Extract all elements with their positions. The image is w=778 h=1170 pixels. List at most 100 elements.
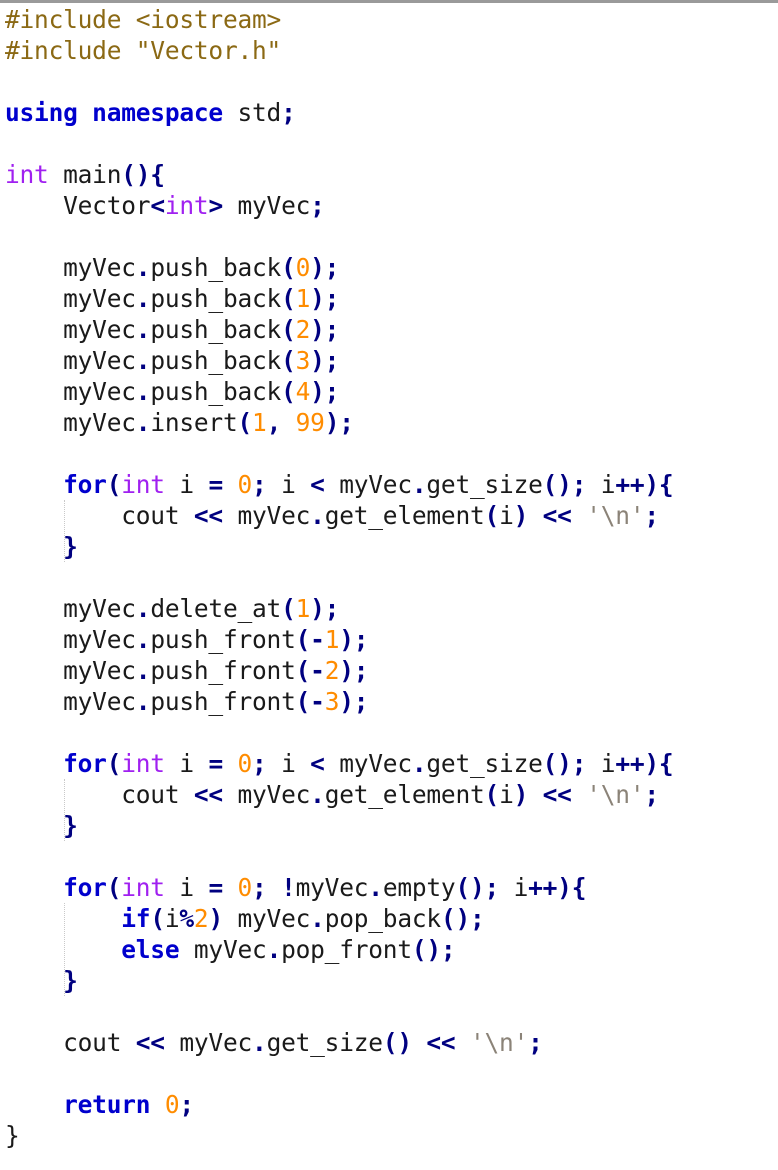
code-token-kw: if bbox=[121, 904, 151, 933]
code-token-op: ) bbox=[513, 501, 529, 530]
code-token-plain: myVec bbox=[179, 935, 267, 964]
code-line[interactable]: for(int i = 0; i < myVec.get_size(); i++… bbox=[5, 748, 674, 779]
code-token-op: . bbox=[135, 315, 151, 344]
code-editor-viewport[interactable]: #include <iostream> #include "Vector.h" u… bbox=[0, 0, 778, 1170]
code-token-op: << bbox=[193, 501, 223, 530]
code-line[interactable]: for(int i = 0; i < myVec.get_size(); i++… bbox=[5, 469, 674, 500]
code-token-op: . bbox=[135, 625, 151, 654]
code-line[interactable] bbox=[5, 717, 673, 748]
code-token-plain: myVec bbox=[5, 687, 136, 716]
code-token-op: . bbox=[135, 656, 151, 685]
code-line[interactable]: Vector<int> myVec; bbox=[5, 190, 673, 221]
code-line[interactable]: cout << myVec.get_size() << '\n'; bbox=[5, 1027, 673, 1058]
code-line[interactable] bbox=[5, 841, 673, 872]
code-line[interactable]: myVec.push_front(-1); bbox=[5, 624, 673, 655]
code-line[interactable] bbox=[5, 438, 673, 469]
code-line[interactable] bbox=[5, 996, 673, 1027]
code-line[interactable] bbox=[5, 128, 673, 159]
code-token-op: } bbox=[63, 966, 78, 995]
code-token-num: 0 bbox=[237, 749, 253, 778]
code-line[interactable] bbox=[5, 562, 673, 593]
code-token-plain: empty bbox=[382, 873, 456, 902]
code-line[interactable]: #include "Vector.h" bbox=[5, 35, 673, 66]
code-line[interactable]: } bbox=[5, 531, 673, 562]
code-token-op: (- bbox=[295, 625, 325, 654]
code-line[interactable]: } bbox=[5, 810, 673, 841]
code-token-op: (); bbox=[542, 470, 587, 499]
code-line[interactable]: return 0; bbox=[5, 1089, 673, 1120]
code-token-kw: for bbox=[63, 873, 107, 902]
code-token-plain: push_front bbox=[150, 625, 296, 654]
code-token-op: ( bbox=[484, 501, 500, 530]
code-token-pre: #include "Vector.h" bbox=[5, 36, 282, 65]
code-token-op: % bbox=[179, 904, 194, 933]
code-token-plain: myVec bbox=[5, 284, 136, 313]
code-token-op: } bbox=[63, 532, 78, 561]
code-token-op: (){ bbox=[121, 160, 165, 189]
code-token-op: ); bbox=[324, 408, 354, 437]
code-line[interactable]: myVec.push_front(-3); bbox=[5, 686, 673, 717]
code-token-plain: i bbox=[266, 749, 311, 778]
code-token-type: int bbox=[121, 873, 165, 902]
code-line[interactable]: else myVec.pop_front(); bbox=[5, 934, 673, 965]
code-token-op: ( bbox=[281, 377, 296, 406]
source-code-block[interactable]: #include <iostream> #include "Vector.h" u… bbox=[5, 4, 674, 1151]
code-token-plain: i bbox=[586, 749, 616, 778]
code-token-op: () bbox=[382, 1028, 412, 1057]
code-token-op: . bbox=[135, 408, 151, 437]
code-line[interactable]: using namespace std; bbox=[5, 97, 673, 128]
code-line[interactable]: myVec.push_back(4); bbox=[5, 376, 673, 407]
code-token-op: (); bbox=[440, 904, 485, 933]
code-line[interactable]: } bbox=[5, 965, 673, 996]
code-line[interactable]: myVec.push_back(0); bbox=[5, 252, 673, 283]
code-token-plain: myVec bbox=[5, 594, 136, 623]
code-token-op: . bbox=[135, 253, 151, 282]
code-token-op: . bbox=[135, 377, 151, 406]
code-token-op: . bbox=[135, 284, 151, 313]
code-token-op: . bbox=[310, 780, 325, 809]
code-token-op: < bbox=[150, 191, 165, 220]
code-token-op: ( bbox=[150, 904, 165, 933]
code-line[interactable]: cout << myVec.get_element(i) << '\n'; bbox=[5, 779, 673, 810]
code-token-plain: i bbox=[586, 470, 616, 499]
code-line[interactable]: int main(){ bbox=[5, 159, 673, 190]
code-line[interactable]: cout << myVec.get_element(i) << '\n'; bbox=[5, 500, 673, 531]
code-token-op: ); bbox=[310, 594, 340, 623]
code-token-op: (); bbox=[542, 749, 587, 778]
code-token-plain: get_size bbox=[426, 470, 543, 499]
code-token-op: ( bbox=[484, 780, 500, 809]
code-line[interactable]: #include <iostream> bbox=[5, 4, 673, 35]
code-line[interactable]: myVec.push_back(3); bbox=[5, 345, 673, 376]
code-line[interactable]: myVec.delete_at(1); bbox=[5, 593, 673, 624]
code-line[interactable]: if(i%2) myVec.pop_back(); bbox=[5, 903, 673, 934]
code-token-num: 1 bbox=[252, 408, 267, 437]
code-line[interactable]: myVec.push_back(1); bbox=[5, 283, 673, 314]
code-token-type: int bbox=[121, 470, 165, 499]
code-line[interactable]: myVec.push_front(-2); bbox=[5, 655, 673, 686]
code-token-plain: main bbox=[48, 160, 122, 189]
code-token-plain: push_front bbox=[150, 687, 296, 716]
code-line[interactable]: myVec.insert(1, 99); bbox=[5, 407, 673, 438]
code-token-plain: cout bbox=[5, 501, 194, 530]
code-line[interactable] bbox=[5, 221, 673, 252]
code-token-plain: pop_back bbox=[324, 904, 441, 933]
code-line[interactable] bbox=[5, 1058, 673, 1089]
code-line[interactable]: for(int i = 0; !myVec.empty(); i++){ bbox=[5, 872, 673, 903]
code-token-plain: myVec bbox=[324, 470, 412, 499]
code-line[interactable]: myVec.push_back(2); bbox=[5, 314, 673, 345]
code-token-plain: push_back bbox=[150, 284, 282, 313]
code-token-num: 0 bbox=[237, 470, 253, 499]
code-line[interactable] bbox=[5, 66, 673, 97]
code-token-plain: myVec bbox=[164, 1028, 253, 1057]
code-token-op: = bbox=[208, 470, 223, 499]
code-token-op: ( bbox=[237, 408, 253, 437]
code-token-op: ; bbox=[252, 749, 267, 778]
code-line[interactable]: } bbox=[5, 1120, 673, 1151]
code-token-op: (- bbox=[295, 687, 325, 716]
